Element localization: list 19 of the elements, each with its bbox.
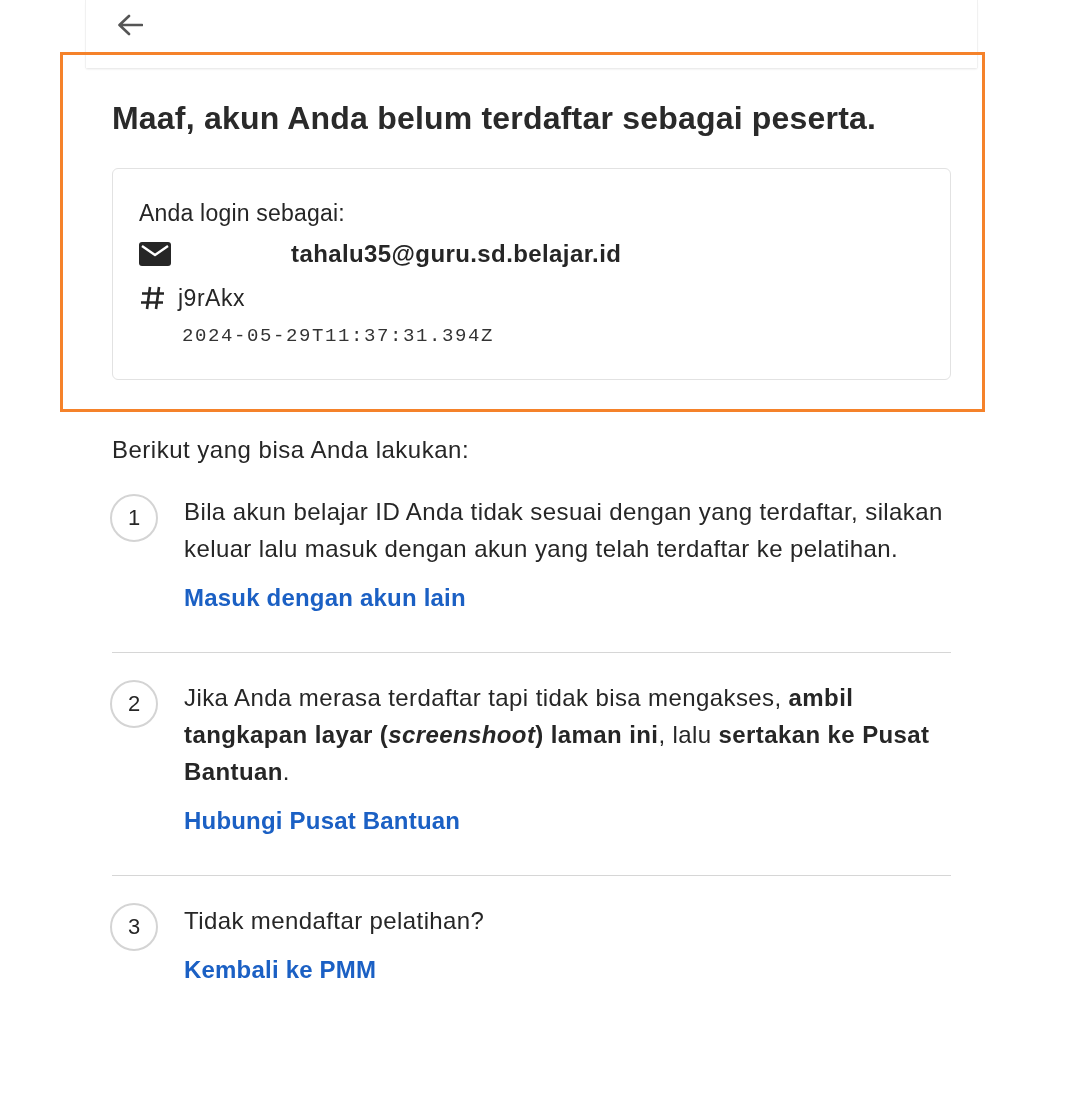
step-number: 1	[110, 494, 158, 542]
arrow-left-icon	[117, 14, 143, 36]
steps-intro: Berikut yang bisa Anda lakukan:	[112, 435, 471, 465]
page-title: Maaf, akun Anda belum terdaftar sebagai peserta.	[112, 99, 878, 138]
step-text: Tidak mendaftar pelatihan?	[184, 906, 486, 936]
login-label: Anda login sebagai:	[139, 199, 346, 228]
step-number: 2	[110, 680, 158, 728]
action-link[interactable]: Kembali ke PMM	[184, 954, 377, 986]
back-button[interactable]	[117, 14, 143, 36]
action-link[interactable]: Hubungi Pusat Bantuan	[184, 805, 461, 837]
step-number: 3	[110, 903, 158, 951]
timestamp-text: 2024-05-29T11:37:31.394Z	[182, 324, 496, 348]
action-link[interactable]: Masuk dengan akun lain	[184, 582, 466, 614]
email-text: tahalu35@guru.sd.belajar.id	[291, 240, 622, 268]
hash-icon	[140, 285, 166, 311]
mail-icon	[139, 242, 171, 266]
step-text: Jika Anda merasa terdaftar tapi tidak bisa mengakses, ambil tangkapan layar (screenshoot) laman ini, lalu sertakan ke Pusat Bantuan.	[184, 683, 931, 787]
user-id-text: j9rAkx	[178, 284, 245, 312]
step-text: Bila akun belajar ID Anda tidak sesuai dengan yang terdaftar, silakan keluar lalu masuk dengan akun yang telah terdaftar ke pelatihan.	[184, 497, 944, 564]
